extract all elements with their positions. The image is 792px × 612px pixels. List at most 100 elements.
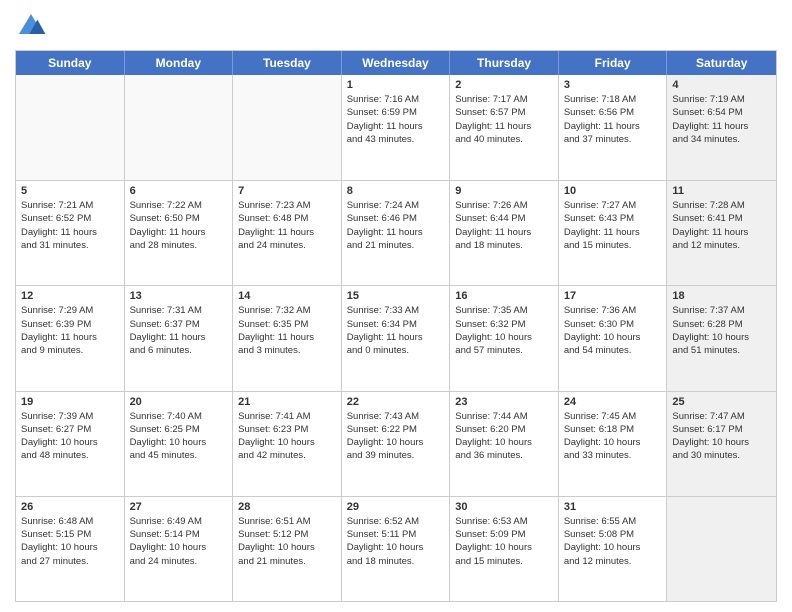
calendar-cell: 11 Sunrise: 7:28 AM Sunset: 6:41 PM Dayli… [667, 181, 776, 285]
header-day-monday: Monday [125, 51, 234, 75]
calendar-cell: 1Sunrise: 7:16 AM Sunset: 6:59 PM Daylig… [342, 75, 451, 180]
day-number: 18 [672, 290, 771, 302]
day-info: Sunrise: 7:16 AM Sunset: 6:59 PM Dayligh… [347, 93, 445, 146]
day-info: Sunrise: 7:37 AM Sunset: 6:28 PM Dayligh… [672, 304, 771, 357]
day-info: Sunrise: 7:22 AM Sunset: 6:50 PM Dayligh… [130, 199, 228, 252]
day-number: 25 [672, 396, 771, 408]
day-info: Sunrise: 7:47 AM Sunset: 6:17 PM Dayligh… [672, 410, 771, 463]
day-info: Sunrise: 7:24 AM Sunset: 6:46 PM Dayligh… [347, 199, 445, 252]
day-info: Sunrise: 7:23 AM Sunset: 6:48 PM Dayligh… [238, 199, 336, 252]
calendar-cell: 15 Sunrise: 7:33 AM Sunset: 6:34 PM Dayli… [342, 286, 451, 390]
calendar-cell: 31 Sunrise: 6:55 AM Sunset: 5:08 PM Dayli… [559, 497, 668, 601]
calendar-cell: 18 Sunrise: 7:37 AM Sunset: 6:28 PM Dayli… [667, 286, 776, 390]
day-number: 5 [21, 185, 119, 197]
day-info: Sunrise: 7:18 AM Sunset: 6:56 PM Dayligh… [564, 93, 662, 146]
logo [15, 10, 51, 42]
calendar-cell [233, 75, 342, 180]
calendar-cell: 9 Sunrise: 7:26 AM Sunset: 6:44 PM Daylig… [450, 181, 559, 285]
day-number: 23 [455, 396, 553, 408]
day-info: Sunrise: 7:45 AM Sunset: 6:18 PM Dayligh… [564, 410, 662, 463]
calendar-cell: 30Sunrise: 6:53 AM Sunset: 5:09 PM Dayli… [450, 497, 559, 601]
calendar-cell: 26 Sunrise: 6:48 AM Sunset: 5:15 PM Dayli… [16, 497, 125, 601]
day-info: Sunrise: 7:17 AM Sunset: 6:57 PM Dayligh… [455, 93, 553, 146]
header-day-wednesday: Wednesday [342, 51, 451, 75]
calendar-row-1: 1Sunrise: 7:16 AM Sunset: 6:59 PM Daylig… [16, 75, 776, 180]
calendar-cell: 13 Sunrise: 7:31 AM Sunset: 6:37 PM Dayli… [125, 286, 234, 390]
header-day-sunday: Sunday [16, 51, 125, 75]
calendar-cell [16, 75, 125, 180]
day-info: Sunrise: 7:43 AM Sunset: 6:22 PM Dayligh… [347, 410, 445, 463]
calendar-cell [667, 497, 776, 601]
day-info: Sunrise: 7:21 AM Sunset: 6:52 PM Dayligh… [21, 199, 119, 252]
day-number: 6 [130, 185, 228, 197]
header-day-saturday: Saturday [667, 51, 776, 75]
day-info: Sunrise: 6:51 AM Sunset: 5:12 PM Dayligh… [238, 515, 336, 568]
calendar-cell: 8 Sunrise: 7:24 AM Sunset: 6:46 PM Daylig… [342, 181, 451, 285]
calendar-cell: 16 Sunrise: 7:35 AM Sunset: 6:32 PM Dayli… [450, 286, 559, 390]
calendar-row-5: 26 Sunrise: 6:48 AM Sunset: 5:15 PM Dayli… [16, 496, 776, 601]
calendar-cell: 17Sunrise: 7:36 AM Sunset: 6:30 PM Dayli… [559, 286, 668, 390]
day-number: 2 [455, 79, 553, 91]
day-info: Sunrise: 7:26 AM Sunset: 6:44 PM Dayligh… [455, 199, 553, 252]
day-number: 15 [347, 290, 445, 302]
day-number: 17 [564, 290, 662, 302]
day-info: Sunrise: 7:31 AM Sunset: 6:37 PM Dayligh… [130, 304, 228, 357]
day-info: Sunrise: 7:33 AM Sunset: 6:34 PM Dayligh… [347, 304, 445, 357]
calendar-cell: 23 Sunrise: 7:44 AM Sunset: 6:20 PM Dayli… [450, 392, 559, 496]
calendar-row-4: 19 Sunrise: 7:39 AM Sunset: 6:27 PM Dayli… [16, 391, 776, 496]
day-number: 22 [347, 396, 445, 408]
day-number: 30 [455, 501, 553, 513]
day-info: Sunrise: 7:19 AM Sunset: 6:54 PM Dayligh… [672, 93, 771, 146]
day-number: 13 [130, 290, 228, 302]
calendar-cell: 24Sunrise: 7:45 AM Sunset: 6:18 PM Dayli… [559, 392, 668, 496]
day-number: 21 [238, 396, 336, 408]
day-number: 27 [130, 501, 228, 513]
header-day-tuesday: Tuesday [233, 51, 342, 75]
day-number: 9 [455, 185, 553, 197]
day-number: 8 [347, 185, 445, 197]
logo-icon [15, 10, 47, 42]
day-number: 16 [455, 290, 553, 302]
header [15, 10, 777, 42]
day-number: 12 [21, 290, 119, 302]
calendar-cell: 21 Sunrise: 7:41 AM Sunset: 6:23 PM Dayli… [233, 392, 342, 496]
calendar-cell: 12 Sunrise: 7:29 AM Sunset: 6:39 PM Dayli… [16, 286, 125, 390]
calendar-header: SundayMondayTuesdayWednesdayThursdayFrid… [16, 51, 776, 75]
day-number: 19 [21, 396, 119, 408]
calendar-cell [125, 75, 234, 180]
day-info: Sunrise: 7:39 AM Sunset: 6:27 PM Dayligh… [21, 410, 119, 463]
calendar-cell: 29 Sunrise: 6:52 AM Sunset: 5:11 PM Dayli… [342, 497, 451, 601]
day-number: 31 [564, 501, 662, 513]
day-info: Sunrise: 7:32 AM Sunset: 6:35 PM Dayligh… [238, 304, 336, 357]
calendar-cell: 2 Sunrise: 7:17 AM Sunset: 6:57 PM Daylig… [450, 75, 559, 180]
calendar-cell: 22 Sunrise: 7:43 AM Sunset: 6:22 PM Dayli… [342, 392, 451, 496]
day-number: 29 [347, 501, 445, 513]
calendar-cell: 14 Sunrise: 7:32 AM Sunset: 6:35 PM Dayli… [233, 286, 342, 390]
day-info: Sunrise: 6:52 AM Sunset: 5:11 PM Dayligh… [347, 515, 445, 568]
day-number: 20 [130, 396, 228, 408]
day-info: Sunrise: 7:27 AM Sunset: 6:43 PM Dayligh… [564, 199, 662, 252]
calendar-cell: 6 Sunrise: 7:22 AM Sunset: 6:50 PM Daylig… [125, 181, 234, 285]
calendar-cell: 27 Sunrise: 6:49 AM Sunset: 5:14 PM Dayli… [125, 497, 234, 601]
day-info: Sunrise: 7:28 AM Sunset: 6:41 PM Dayligh… [672, 199, 771, 252]
day-number: 14 [238, 290, 336, 302]
day-number: 28 [238, 501, 336, 513]
day-number: 11 [672, 185, 771, 197]
day-number: 7 [238, 185, 336, 197]
day-number: 26 [21, 501, 119, 513]
day-info: Sunrise: 7:29 AM Sunset: 6:39 PM Dayligh… [21, 304, 119, 357]
calendar-cell: 7 Sunrise: 7:23 AM Sunset: 6:48 PM Daylig… [233, 181, 342, 285]
day-info: Sunrise: 6:55 AM Sunset: 5:08 PM Dayligh… [564, 515, 662, 568]
day-info: Sunrise: 7:44 AM Sunset: 6:20 PM Dayligh… [455, 410, 553, 463]
calendar-cell: 28 Sunrise: 6:51 AM Sunset: 5:12 PM Dayli… [233, 497, 342, 601]
header-day-thursday: Thursday [450, 51, 559, 75]
calendar-cell: 25 Sunrise: 7:47 AM Sunset: 6:17 PM Dayli… [667, 392, 776, 496]
day-info: Sunrise: 6:49 AM Sunset: 5:14 PM Dayligh… [130, 515, 228, 568]
calendar-cell: 5 Sunrise: 7:21 AM Sunset: 6:52 PM Daylig… [16, 181, 125, 285]
calendar-cell: 19 Sunrise: 7:39 AM Sunset: 6:27 PM Dayli… [16, 392, 125, 496]
day-info: Sunrise: 6:48 AM Sunset: 5:15 PM Dayligh… [21, 515, 119, 568]
day-info: Sunrise: 7:35 AM Sunset: 6:32 PM Dayligh… [455, 304, 553, 357]
calendar-body: 1Sunrise: 7:16 AM Sunset: 6:59 PM Daylig… [16, 75, 776, 601]
calendar-cell: 4Sunrise: 7:19 AM Sunset: 6:54 PM Daylig… [667, 75, 776, 180]
day-info: Sunrise: 7:41 AM Sunset: 6:23 PM Dayligh… [238, 410, 336, 463]
